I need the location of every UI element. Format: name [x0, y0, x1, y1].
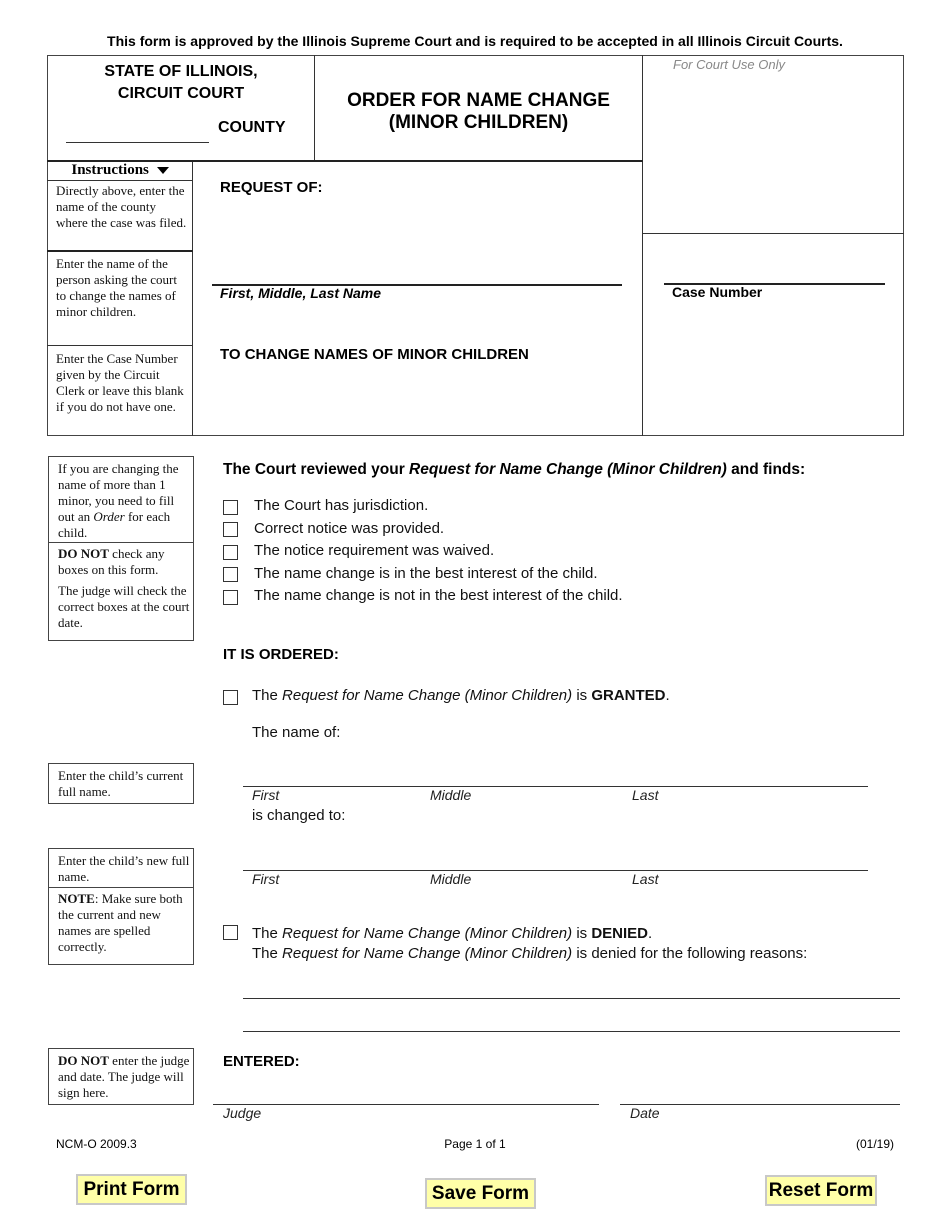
new-last-caption: Last [632, 871, 659, 887]
divider [49, 887, 193, 888]
new-first-caption: First [252, 871, 280, 887]
county-help: Directly above, enter the name of the co… [56, 183, 187, 230]
finding-label-jurisdiction: The Court has jurisdiction. [254, 497, 429, 514]
finding-checkbox-notice-waived[interactable] [223, 545, 238, 560]
state-label: STATE OF ILLINOIS, [104, 63, 258, 80]
new-first-name-input[interactable] [244, 848, 444, 870]
note-help: NOTE: Make sure both the current and new… [58, 891, 183, 954]
date-signature-line [620, 1104, 900, 1105]
new-name-help-box: Enter the child’s new full name. NOTE: M… [48, 848, 194, 965]
finding-label-not-best-interest: The name change is not in the best inter… [254, 587, 623, 604]
order-heading: IT IS ORDERED: [223, 646, 339, 663]
denial-reason-line1-input[interactable] [244, 976, 898, 998]
instructions-toggle[interactable]: Instructions [48, 162, 192, 179]
revision-date: (01/19) [855, 1137, 894, 1151]
denied-label: The Request for Name Change (Minor Child… [252, 925, 653, 942]
findings-heading: The Court reviewed your Request for Name… [223, 461, 806, 478]
do-not-check-help: DO NOT check any boxes on this form. [58, 546, 165, 577]
case-number-input[interactable] [664, 262, 884, 284]
requester-name-caption: First, Middle, Last Name [220, 285, 382, 301]
current-last-name-input[interactable] [632, 764, 866, 786]
case-number-caption: Case Number [672, 284, 763, 300]
divider [47, 345, 193, 346]
new-last-name-input[interactable] [632, 848, 866, 870]
denial-reason-line2-underline [243, 1031, 900, 1032]
case-number-help: Enter the Case Number given by the Circu… [56, 351, 184, 414]
current-first-caption: First [252, 787, 280, 803]
judge-date-help: DO NOT enter the judge and date. The jud… [58, 1053, 190, 1100]
county-label: COUNTY [218, 119, 286, 136]
judge-will-check-help: The judge will check the correct boxes a… [58, 583, 190, 630]
divider [49, 542, 193, 543]
circuit-court-label: CIRCUIT COURT [117, 85, 245, 102]
finding-checkbox-jurisdiction[interactable] [223, 500, 238, 515]
divider [192, 161, 193, 436]
date-caption: Date [630, 1105, 660, 1121]
county-input[interactable] [66, 122, 209, 142]
denied-checkbox[interactable] [223, 925, 238, 940]
finding-label-notice-waived: The notice requirement was waived. [254, 542, 495, 559]
finding-checkbox-best-interest[interactable] [223, 567, 238, 582]
county-underline [66, 142, 209, 143]
finding-checkbox-notice-provided[interactable] [223, 522, 238, 537]
request-subtitle: TO CHANGE NAMES OF MINOR CHILDREN [220, 346, 529, 363]
judge-date-help-box: DO NOT enter the judge and date. The jud… [48, 1048, 194, 1105]
current-middle-caption: Middle [430, 787, 472, 803]
save-form-button[interactable]: Save Form [425, 1178, 536, 1209]
new-name-help: Enter the child’s new full name. [58, 853, 190, 884]
court-use-label: For Court Use Only [673, 57, 785, 72]
requester-help: Enter the name of the person asking the … [56, 256, 177, 319]
new-name-underline [243, 870, 868, 871]
court-heading: STATE OF ILLINOIS, CIRCUIT COURT [48, 61, 314, 105]
granted-label: The Request for Name Change (Minor Child… [252, 687, 670, 704]
judge-signature-line [213, 1104, 599, 1105]
finding-label-best-interest: The name change is in the best interest … [254, 565, 598, 582]
denial-reason-line1-underline [243, 998, 900, 999]
findings-instructions-box: If you are changing the name of more tha… [48, 456, 194, 641]
finding-checkbox-not-best-interest[interactable] [223, 590, 238, 605]
new-middle-name-input[interactable] [430, 848, 630, 870]
multiple-minors-help: If you are changing the name of more tha… [58, 461, 179, 540]
granted-checkbox[interactable] [223, 690, 238, 705]
divider [47, 180, 193, 181]
reset-form-button[interactable]: Reset Form [765, 1175, 877, 1206]
divider [642, 233, 904, 234]
new-middle-caption: Middle [430, 871, 472, 887]
current-first-name-input[interactable] [244, 764, 444, 786]
requester-name-input[interactable] [212, 262, 622, 284]
current-middle-name-input[interactable] [430, 764, 630, 786]
changed-to-label: is changed to: [252, 807, 346, 824]
entered-heading: ENTERED: [223, 1053, 300, 1070]
denial-reason-line2-input[interactable] [244, 1009, 898, 1031]
approval-notice: This form is approved by the Illinois Su… [107, 33, 843, 49]
current-last-caption: Last [632, 787, 659, 803]
current-name-help: Enter the child’s current full name. [58, 768, 184, 799]
current-name-help-box: Enter the child’s current full name. [48, 763, 194, 804]
form-title-line2: (MINOR CHILDREN) [388, 112, 569, 133]
judge-caption: Judge [223, 1105, 262, 1121]
instructions-label: Instructions [71, 162, 149, 178]
form-title-line1: ORDER FOR NAME CHANGE [347, 90, 610, 111]
caret-down-icon [156, 167, 169, 175]
form-title: ORDER FOR NAME CHANGE (MINOR CHILDREN) [315, 90, 642, 134]
finding-label-notice-provided: Correct notice was provided. [254, 520, 445, 537]
request-of-label: REQUEST OF: [220, 179, 323, 196]
current-name-underline [243, 786, 868, 787]
divider [642, 55, 643, 436]
print-form-button[interactable]: Print Form [76, 1174, 187, 1205]
denied-reasons-label: The Request for Name Change (Minor Child… [252, 945, 808, 962]
name-of-label: The name of: [252, 724, 341, 741]
divider [47, 250, 193, 252]
